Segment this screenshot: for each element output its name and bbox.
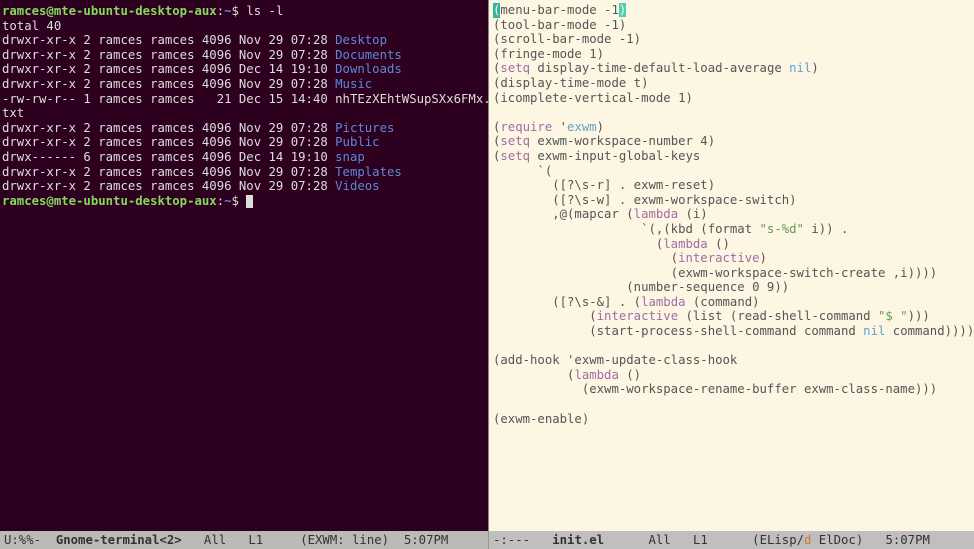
ls-total: total 40 (2, 19, 486, 34)
ls-row: drwxr-xr-x 2 ramces ramces 4096 Nov 29 0… (2, 121, 486, 136)
ls-row: drwxr-xr-x 2 ramces ramces 4096 Dec 14 1… (2, 62, 486, 77)
modelines: U:%%- Gnome-terminal<2> All L1 (EXWM: li… (0, 531, 974, 549)
code-line: (icomplete-vertical-mode 1) (493, 91, 970, 106)
ls-row: drwxr-xr-x 2 ramces ramces 4096 Nov 29 0… (2, 48, 486, 63)
file-name: Music (335, 77, 372, 91)
ml-buffer: init.el (552, 533, 604, 548)
code-line: (add-hook 'exwm-update-class-hook (493, 353, 970, 368)
code-line: (setq exwm-input-global-keys (493, 149, 970, 164)
file-name: Documents (335, 48, 402, 62)
ls-row: drwxr-xr-x 2 ramces ramces 4096 Nov 29 0… (2, 77, 486, 92)
terminal-pane[interactable]: ramces@mte-ubuntu-desktop-aux:~$ ls -lto… (0, 0, 488, 531)
code-line: ([?\s-&] . (lambda (command) (493, 295, 970, 310)
ml-time: 5:07PM (404, 533, 448, 548)
code-line: ([?\s-w] . exwm-workspace-switch) (493, 193, 970, 208)
ml-pos: All (649, 533, 671, 548)
code-line: (display-time-mode t) (493, 76, 970, 91)
code-line: (start-process-shell-command command nil… (493, 324, 970, 339)
editor-pane[interactable]: (menu-bar-mode -1)(tool-bar-mode -1)(scr… (488, 0, 974, 531)
ls-row-wrap: txt (2, 106, 486, 121)
code-line: (lambda () (493, 368, 970, 383)
code-line: (setq exwm-workspace-number 4) (493, 134, 970, 149)
code-line: (exwm-workspace-rename-buffer exwm-class… (493, 382, 970, 397)
code-line: (lambda () (493, 237, 970, 252)
file-name: Templates (335, 165, 402, 179)
ls-row: drwxr-xr-x 2 ramces ramces 4096 Nov 29 0… (2, 135, 486, 150)
code-line: (exwm-enable) (493, 412, 970, 427)
modeline-right[interactable]: -:--- init.el All L1 (ELisp/d ElDoc) 5:0… (488, 531, 974, 549)
terminal-line: ramces@mte-ubuntu-desktop-aux:~$ ls -l (2, 4, 486, 19)
ml-pos: All (204, 533, 226, 548)
code-line: (interactive) (493, 251, 970, 266)
ls-row: drwxr-xr-x 2 ramces ramces 4096 Nov 29 0… (2, 33, 486, 48)
ml-mode: (ELisp (752, 533, 796, 548)
ls-row: drwx------ 6 ramces ramces 4096 Dec 14 1… (2, 150, 486, 165)
file-name: Videos (335, 179, 379, 193)
terminal-line: ramces@mte-ubuntu-desktop-aux:~$ (2, 194, 486, 209)
ml-buffer: Gnome-terminal<2> (56, 533, 182, 548)
terminal-cursor (246, 195, 253, 208)
split-panes: ramces@mte-ubuntu-desktop-aux:~$ ls -lto… (0, 0, 974, 531)
file-name: Pictures (335, 121, 394, 135)
code-line: ([?\s-r] . exwm-reset) (493, 178, 970, 193)
ml-line: L1 (248, 533, 263, 548)
code-line: (setq display-time-default-load-average … (493, 61, 970, 76)
ml-status: U:%%- (4, 533, 41, 548)
ml-time: 5:07PM (885, 533, 929, 548)
code-line: (fringe-mode 1) (493, 47, 970, 62)
ml-mode: (EXWM: line) (300, 533, 389, 548)
code-line (493, 397, 970, 412)
modeline-left[interactable]: U:%%- Gnome-terminal<2> All L1 (EXWM: li… (0, 531, 488, 549)
prompt-path: ~ (224, 4, 231, 18)
prompt-user: ramces@mte-ubuntu-desktop-aux (2, 194, 217, 208)
file-name: Desktop (335, 33, 387, 47)
code-line: (number-sequence 0 9)) (493, 280, 970, 295)
ls-row: drwxr-xr-x 2 ramces ramces 4096 Nov 29 0… (2, 179, 486, 194)
code-line: (scroll-bar-mode -1) (493, 32, 970, 47)
code-line: (require 'exwm) (493, 120, 970, 135)
code-line: ,@(mapcar (lambda (i) (493, 207, 970, 222)
code-line: (menu-bar-mode -1) (493, 3, 970, 18)
code-line (493, 105, 970, 120)
prompt-user: ramces@mte-ubuntu-desktop-aux (2, 4, 217, 18)
ls-row: drwxr-xr-x 2 ramces ramces 4096 Nov 29 0… (2, 165, 486, 180)
code-line: `(,(kbd (format "s-%d" i)) . (493, 222, 970, 237)
code-line: (tool-bar-mode -1) (493, 18, 970, 33)
code-line: `( (493, 164, 970, 179)
ml-status: -:--- (493, 533, 530, 548)
code-line: (exwm-workspace-switch-create ,i)))) (493, 266, 970, 281)
ls-row: -rw-rw-r-- 1 ramces ramces 21 Dec 15 14:… (2, 92, 486, 107)
file-name: snap (335, 150, 365, 164)
code-line: (interactive (list (read-shell-command "… (493, 309, 970, 324)
command-text: ls -l (246, 4, 283, 18)
ml-line: L1 (693, 533, 708, 548)
file-name: Public (335, 135, 379, 149)
prompt-path: ~ (224, 194, 231, 208)
code-line (493, 339, 970, 354)
file-name: nhTEzXEhtWSupSXx6FMx. (335, 92, 488, 106)
file-name: Downloads (335, 62, 402, 76)
